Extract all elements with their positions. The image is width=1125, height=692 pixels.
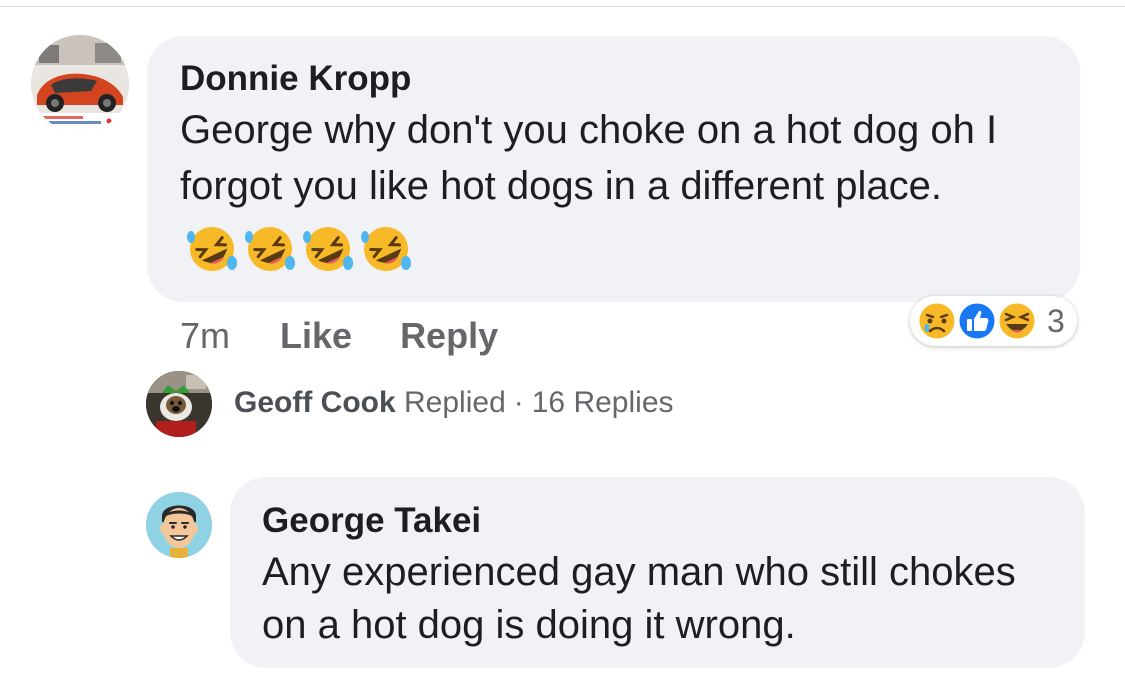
comment-text-body: George why don't you choke on a hot dog … bbox=[180, 108, 998, 208]
geoff-cook-avatar[interactable] bbox=[146, 371, 212, 437]
dog-photo-icon bbox=[146, 371, 212, 437]
comment-author-name[interactable]: Donnie Kropp bbox=[180, 58, 1048, 100]
reaction-count: 3 bbox=[1047, 302, 1065, 339]
reply-text: Any experienced gay man who still chokes… bbox=[262, 550, 1016, 647]
comment-timestamp[interactable]: 7m bbox=[180, 315, 230, 357]
cartoon-face-icon bbox=[146, 492, 212, 558]
top-divider bbox=[0, 6, 1125, 7]
george-takei-avatar[interactable] bbox=[146, 492, 212, 558]
replied-summary: Geoff Cook Replied · 16 Replies bbox=[234, 382, 674, 424]
replier-name[interactable]: Geoff Cook bbox=[234, 386, 396, 419]
laughing-emoji-row bbox=[184, 218, 416, 271]
comment-actions: 7m Like Reply bbox=[180, 310, 546, 362]
view-replies-link[interactable]: 16 Replies bbox=[532, 386, 674, 419]
comment-text: George why don't you choke on a hot dog … bbox=[180, 102, 1048, 271]
reply-button[interactable]: Reply bbox=[400, 315, 498, 357]
rofl-emoji-icon bbox=[187, 226, 237, 271]
like-reaction-icon bbox=[956, 300, 998, 342]
replied-verb: Replied bbox=[404, 386, 506, 419]
like-button[interactable]: Like bbox=[280, 315, 352, 357]
rofl-emoji-icon bbox=[245, 226, 295, 271]
rofl-emoji-icon bbox=[303, 226, 353, 271]
replied-separator: · bbox=[513, 386, 524, 419]
comment-bubble: Donnie Kropp George why don't you choke … bbox=[147, 36, 1080, 302]
donnie-kropp-avatar[interactable] bbox=[31, 35, 129, 133]
rofl-emoji-icon bbox=[361, 226, 411, 271]
haha-reaction-icon bbox=[996, 300, 1038, 342]
sad-reaction-icon bbox=[916, 300, 958, 342]
reply-bubble: George Takei Any experienced gay man who… bbox=[230, 477, 1085, 668]
avatar-photo-icon bbox=[31, 35, 129, 133]
reply-author-name[interactable]: George Takei bbox=[262, 500, 1053, 542]
reactions-summary[interactable]: 3 bbox=[910, 296, 1077, 346]
comment-thread: Donnie Kropp George why don't you choke … bbox=[0, 0, 1125, 692]
